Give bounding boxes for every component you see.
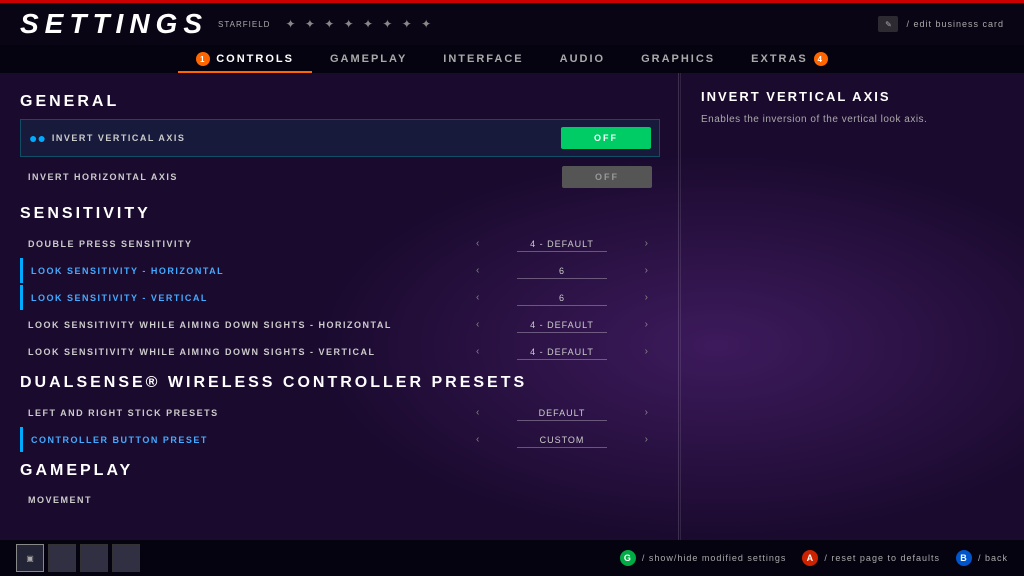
stick-presets-label: LEFT AND RIGHT STICK PRESETS: [28, 408, 472, 418]
button-preset-right-arrow[interactable]: ›: [641, 434, 652, 445]
show-modified-icon: G: [620, 550, 636, 566]
avatar-3[interactable]: [112, 544, 140, 572]
stars-decoration: ✦ ✦ ✦ ✦ ✦ ✦ ✦ ✦: [285, 17, 434, 31]
setting-ads-v[interactable]: LOOK SENSITIVITY WHILE AIMING DOWN SIGHT…: [20, 339, 660, 364]
look-h-control[interactable]: ‹ 6 ›: [472, 265, 652, 276]
invert-horizontal-toggle[interactable]: OFF: [562, 166, 652, 188]
action-back[interactable]: B / back: [956, 550, 1008, 566]
header-right: ✎ / edit business card: [878, 16, 1004, 32]
tab-interface[interactable]: INTERFACE: [425, 45, 541, 73]
setting-movement[interactable]: MOVEMENT: [20, 488, 660, 512]
reset-label: / reset page to defaults: [824, 553, 940, 563]
tab-audio[interactable]: AUDIO: [542, 45, 623, 73]
header: SETTINGS STARFIELD ✦ ✦ ✦ ✦ ✦ ✦ ✦ ✦ ✎ / e…: [0, 3, 1024, 45]
setting-stick-presets[interactable]: LEFT AND RIGHT STICK PRESETS ‹ Default ›: [20, 400, 660, 425]
section-gameplay-title: GAMEPLAY: [20, 462, 660, 480]
action-reset[interactable]: A / reset page to defaults: [802, 550, 940, 566]
section-general-title: GENERAL: [20, 93, 660, 111]
invert-horizontal-control[interactable]: OFF: [562, 166, 652, 188]
edit-business-card-label[interactable]: / edit business card: [906, 19, 1004, 29]
section-sensitivity-title: SENSITIVITY: [20, 205, 660, 223]
movement-label: MOVEMENT: [28, 495, 652, 505]
setting-button-preset[interactable]: CONTROLLER BUTTON PRESET ‹ Custom ›: [20, 427, 660, 452]
look-h-value: 6: [487, 266, 636, 276]
back-icon: B: [956, 550, 972, 566]
controls-badge: 1: [196, 52, 210, 66]
setting-invert-vertical[interactable]: ●● INVERT VERTICAL AXIS OFF: [20, 119, 660, 157]
top-border: [0, 0, 1024, 3]
look-v-value: 6: [487, 293, 636, 303]
reset-icon: A: [802, 550, 818, 566]
ads-v-left-arrow[interactable]: ‹: [472, 346, 483, 357]
nav-bar: 1 CONTROLS GAMEPLAY INTERFACE AUDIO GRAP…: [0, 45, 1024, 73]
right-panel: INVERT VERTICAL AXIS Enables the inversi…: [680, 73, 1024, 540]
action-show-modified[interactable]: G / show/hide modified settings: [620, 550, 787, 566]
button-preset-value: Custom: [487, 435, 636, 445]
tab-gameplay[interactable]: GAMEPLAY: [312, 45, 425, 73]
setting-double-press[interactable]: DOUBLE PRESS SENSITIVITY ‹ 4 - Default ›: [20, 231, 660, 256]
back-label: / back: [978, 553, 1008, 563]
show-modified-label: / show/hide modified settings: [642, 553, 787, 563]
ads-v-right-arrow[interactable]: ›: [641, 346, 652, 357]
info-description: Enables the inversion of the vertical lo…: [701, 112, 1004, 128]
avatar-1[interactable]: [48, 544, 76, 572]
ads-v-label: LOOK SENSITIVITY WHILE AIMING DOWN SIGHT…: [28, 347, 472, 357]
info-title: INVERT VERTICAL AXIS: [701, 89, 1004, 104]
ads-h-value: 4 - Default: [487, 320, 636, 330]
invert-horizontal-label: INVERT HORIZONTAL AXIS: [28, 172, 562, 182]
ads-h-control[interactable]: ‹ 4 - Default ›: [472, 319, 652, 330]
setting-look-v[interactable]: LOOK SENSITIVITY - VERTICAL ‹ 6 ›: [20, 285, 660, 310]
section-dualsense-title: DUALSENSE® WIRELESS CONTROLLER PRESETS: [20, 374, 660, 392]
button-preset-label: CONTROLLER BUTTON PRESET: [31, 435, 472, 445]
setting-ads-h[interactable]: LOOK SENSITIVITY WHILE AIMING DOWN SIGHT…: [20, 312, 660, 337]
avatar-active[interactable]: ▣: [16, 544, 44, 572]
double-press-label: DOUBLE PRESS SENSITIVITY: [28, 239, 472, 249]
look-h-right-arrow[interactable]: ›: [641, 265, 652, 276]
tab-extras[interactable]: EXTRAS 4: [733, 45, 846, 73]
avatar-2[interactable]: [80, 544, 108, 572]
edit-icon: ✎: [878, 16, 898, 32]
invert-vertical-control[interactable]: OFF: [561, 127, 651, 149]
ads-h-right-arrow[interactable]: ›: [641, 319, 652, 330]
ads-h-label: LOOK SENSITIVITY WHILE AIMING DOWN SIGHT…: [28, 320, 472, 330]
look-h-left-arrow[interactable]: ‹: [472, 265, 483, 276]
look-v-control[interactable]: ‹ 6 ›: [472, 292, 652, 303]
extras-badge: 4: [814, 52, 828, 66]
stick-presets-right-arrow[interactable]: ›: [641, 407, 652, 418]
double-press-value: 4 - Default: [487, 239, 636, 249]
setting-invert-horizontal[interactable]: INVERT HORIZONTAL AXIS OFF: [20, 159, 660, 195]
bottom-actions: G / show/hide modified settings A / rese…: [620, 550, 1008, 566]
double-press-right-arrow[interactable]: ›: [641, 238, 652, 249]
double-press-control[interactable]: ‹ 4 - Default ›: [472, 238, 652, 249]
panel-divider: [678, 73, 679, 540]
look-v-left-arrow[interactable]: ‹: [472, 292, 483, 303]
focus-indicator: ●●: [29, 130, 46, 146]
invert-vertical-toggle[interactable]: OFF: [561, 127, 651, 149]
stick-presets-value: Default: [487, 408, 636, 418]
stick-presets-control[interactable]: ‹ Default ›: [472, 407, 652, 418]
bottom-bar: ▣ G / show/hide modified settings A / re…: [0, 540, 1024, 576]
ads-h-left-arrow[interactable]: ‹: [472, 319, 483, 330]
ads-v-control[interactable]: ‹ 4 - Default ›: [472, 346, 652, 357]
subtitle: STARFIELD: [218, 20, 270, 29]
look-v-label: LOOK SENSITIVITY - VERTICAL: [31, 293, 472, 303]
tab-graphics[interactable]: GRAPHICS: [623, 45, 733, 73]
setting-look-h[interactable]: LOOK SENSITIVITY - HORIZONTAL ‹ 6 ›: [20, 258, 660, 283]
main-content: GENERAL ●● INVERT VERTICAL AXIS OFF INVE…: [0, 73, 1024, 540]
look-v-right-arrow[interactable]: ›: [641, 292, 652, 303]
button-preset-left-arrow[interactable]: ‹: [472, 434, 483, 445]
avatar-list: ▣: [16, 544, 140, 572]
double-press-left-arrow[interactable]: ‹: [472, 238, 483, 249]
page-title: SETTINGS: [20, 8, 208, 40]
ads-v-value: 4 - Default: [487, 347, 636, 357]
tab-controls[interactable]: 1 CONTROLS: [178, 45, 312, 73]
look-h-label: LOOK SENSITIVITY - HORIZONTAL: [31, 266, 472, 276]
invert-vertical-label: INVERT VERTICAL AXIS: [52, 133, 561, 143]
left-panel: GENERAL ●● INVERT VERTICAL AXIS OFF INVE…: [0, 73, 680, 540]
button-preset-control[interactable]: ‹ Custom ›: [472, 434, 652, 445]
stick-presets-left-arrow[interactable]: ‹: [472, 407, 483, 418]
